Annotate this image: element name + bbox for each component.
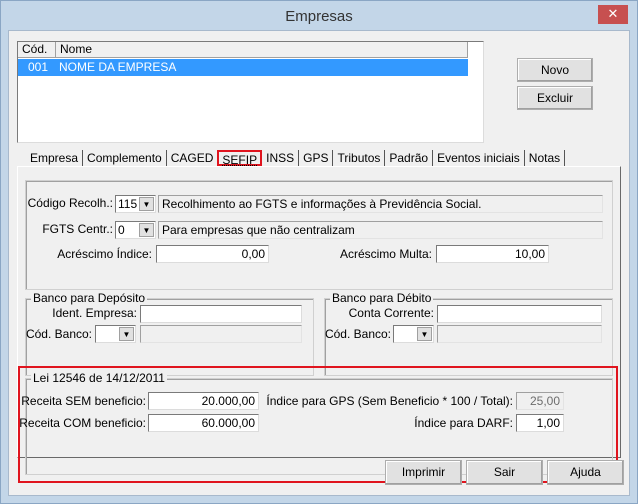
- receita-com-input[interactable]: 60.000,00: [148, 414, 259, 432]
- fgts-centr-value: 0: [118, 223, 125, 237]
- ajuda-button[interactable]: Ajuda: [547, 460, 624, 485]
- empresas-list[interactable]: Cód. Nome 001 NOME DA EMPRESA: [17, 41, 484, 143]
- column-header-cod[interactable]: Cód.: [18, 42, 56, 57]
- cod-banco-deposito-label: Cód. Banco:: [25, 327, 92, 341]
- ident-empresa-label: Ident. Empresa:: [52, 306, 137, 320]
- row-cod: 001: [28, 60, 49, 74]
- window-title: Empresas: [285, 8, 353, 25]
- tab-strip: Empresa Complemento CAGED SEFIP INSS GPS…: [26, 150, 566, 167]
- indice-gps-input: 25,00: [516, 392, 564, 410]
- conta-corrente-input[interactable]: [437, 305, 602, 323]
- ident-empresa-input[interactable]: [140, 305, 302, 323]
- acrescimo-indice-label: Acréscimo Índice:: [57, 247, 152, 261]
- chevron-down-icon[interactable]: ▼: [417, 327, 432, 341]
- tab-eventos-iniciais[interactable]: Eventos iniciais: [433, 150, 525, 166]
- conta-corrente-label: Conta Corrente:: [348, 306, 434, 320]
- receita-com-label: Receita COM beneficio:: [19, 416, 146, 430]
- list-header: Cód. Nome: [18, 42, 468, 58]
- tab-tributos[interactable]: Tributos: [333, 150, 386, 166]
- tab-sefip[interactable]: SEFIP: [217, 150, 263, 167]
- fgts-centr-combo[interactable]: 0 ▼: [115, 221, 156, 239]
- row-nome: NOME DA EMPRESA: [59, 60, 177, 74]
- tab-padrao[interactable]: Padrão: [385, 150, 434, 166]
- banco-debito-title: Banco para Débito: [330, 291, 434, 305]
- acrescimo-multa-label: Acréscimo Multa:: [339, 247, 432, 261]
- lei-title: Lei 12546 de 14/12/2011: [31, 371, 167, 385]
- acrescimo-multa-input[interactable]: 10,00: [436, 245, 549, 263]
- codigo-recolh-label: Código Recolh.:: [27, 196, 113, 210]
- fgts-centr-label: FGTS Centr.:: [42, 222, 113, 236]
- chevron-down-icon[interactable]: ▼: [139, 197, 154, 211]
- tab-complemento[interactable]: Complemento: [83, 150, 167, 166]
- codigo-recolh-description: Recolhimento ao FGTS e informações à Pre…: [158, 195, 603, 213]
- receita-sem-input[interactable]: 20.000,00: [148, 392, 259, 410]
- cod-banco-debito-description: [437, 325, 602, 343]
- tab-caged[interactable]: CAGED: [167, 150, 218, 166]
- receita-sem-label: Receita SEM beneficio:: [21, 394, 146, 408]
- tab-inss[interactable]: INSS: [262, 150, 300, 166]
- codigo-recolh-combo[interactable]: 115 ▼: [115, 195, 156, 213]
- acrescimo-indice-input[interactable]: 0,00: [156, 245, 269, 263]
- cod-banco-deposito-combo[interactable]: ▼: [95, 325, 136, 343]
- sair-button[interactable]: Sair: [466, 460, 543, 485]
- excluir-button[interactable]: Excluir: [517, 86, 593, 110]
- chevron-down-icon[interactable]: ▼: [119, 327, 134, 341]
- banco-deposito-title: Banco para Depósito: [31, 291, 148, 305]
- indice-darf-input[interactable]: 1,00: [516, 414, 564, 432]
- close-icon[interactable]: ✕: [598, 5, 628, 24]
- column-header-nome[interactable]: Nome: [57, 42, 468, 57]
- list-row-selected[interactable]: 001 NOME DA EMPRESA: [18, 59, 468, 76]
- indice-darf-label: Índice para DARF:: [414, 416, 513, 430]
- cod-banco-deposito-description: [140, 325, 302, 343]
- fgts-centr-description: Para empresas que não centralizam: [158, 221, 603, 239]
- cod-banco-debito-label: Cód. Banco:: [324, 327, 391, 341]
- indice-gps-label: Índice para GPS (Sem Beneficio * 100 / T…: [266, 394, 513, 408]
- tab-empresa[interactable]: Empresa: [26, 150, 84, 166]
- novo-button[interactable]: Novo: [517, 58, 593, 82]
- tab-gps[interactable]: GPS: [299, 150, 334, 166]
- chevron-down-icon[interactable]: ▼: [139, 223, 154, 237]
- tab-notas[interactable]: Notas: [525, 150, 566, 166]
- imprimir-button[interactable]: Imprimir: [385, 460, 462, 485]
- cod-banco-debito-combo[interactable]: ▼: [393, 325, 434, 343]
- codigo-recolh-value: 115: [118, 197, 138, 211]
